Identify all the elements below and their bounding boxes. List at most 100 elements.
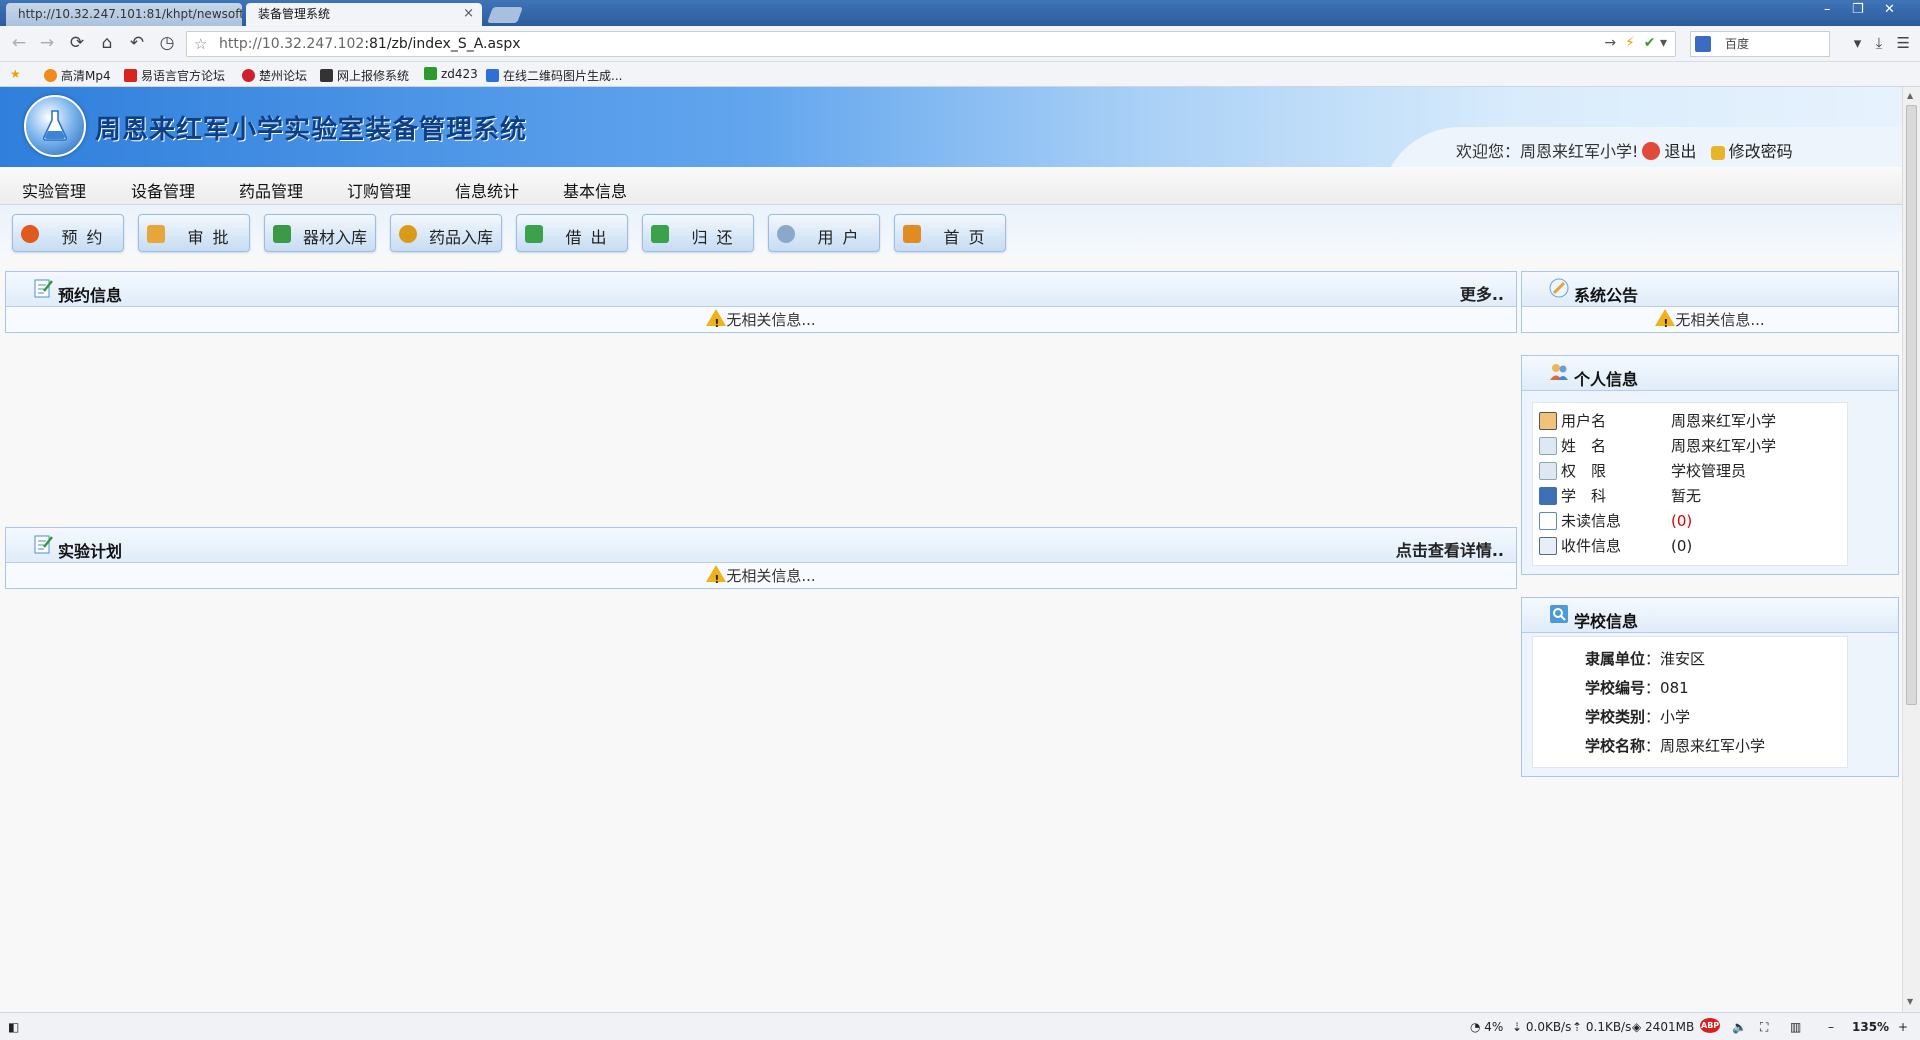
cpu-usage: ◔ 4% — [1470, 1020, 1504, 1034]
browser-statusbar: ◧ ◔ 4% ⇣ 0.0KB/s ⇡ 0.1KB/s ◈ 2401MB ABP … — [0, 1012, 1920, 1040]
menu-experiment[interactable]: 实验管理 — [22, 178, 86, 202]
browser-tab-1[interactable]: http://10.32.247.101:81/khpt/newsoftli..… — [6, 3, 242, 26]
back-icon[interactable]: ← — [8, 33, 30, 53]
zd-icon — [424, 67, 437, 80]
qrcode-icon — [486, 69, 499, 82]
warning-icon — [706, 309, 727, 336]
memory-usage: ◈ 2401MB — [1632, 1020, 1695, 1034]
notepad-icon — [34, 279, 53, 298]
bookmark-item[interactable]: 在线二维码图片生成... — [486, 67, 622, 84]
lend-icon — [525, 225, 543, 243]
bookmark-item[interactable]: 楚州论坛 — [242, 67, 307, 84]
id-card-icon — [1539, 462, 1557, 480]
logout-icon[interactable] — [1642, 142, 1661, 160]
home-nav-icon[interactable]: ⌂ — [96, 33, 118, 53]
panel-title: 预约信息 — [58, 286, 123, 305]
flask-logo-icon — [24, 95, 86, 157]
restore-icon[interactable]: ❐ — [1852, 2, 1864, 17]
close-icon[interactable]: × — [463, 3, 474, 25]
personal-info-box: 用户名 周恩来红军小学 姓 名周恩来红军小学 权 限学校管理员 学 科暂无 未读信… — [1532, 402, 1848, 566]
user-button[interactable]: 用 户 — [768, 214, 880, 252]
undo-icon[interactable]: ↶ — [126, 33, 148, 53]
bookmark-star-icon[interactable]: ☆ — [194, 35, 207, 53]
bookmark-item[interactable]: zd423 — [424, 67, 478, 81]
logout-link[interactable]: 退出 — [1664, 142, 1696, 161]
users-icon — [1550, 364, 1568, 380]
zoom-in-icon[interactable]: + — [1898, 1020, 1908, 1034]
warning-icon — [1655, 309, 1676, 336]
address-bar[interactable]: ☆ http://10.32.247.102:81/zb/index_S_A.a… — [186, 31, 1676, 57]
reserve-button[interactable]: 预 约 — [12, 214, 124, 252]
details-link[interactable]: 点击查看详情.. — [1396, 537, 1504, 561]
scroll-down-icon[interactable]: ▼ — [1907, 997, 1913, 1006]
split-view-icon[interactable]: ▥ — [1790, 1020, 1801, 1034]
panel-title: 学校信息 — [1574, 612, 1639, 631]
more-link[interactable]: 更多.. — [1460, 281, 1504, 305]
reload-icon[interactable]: ⟳ — [66, 33, 88, 53]
approve-button[interactable]: 审 批 — [138, 214, 250, 252]
menu-equipment[interactable]: 设备管理 — [131, 178, 195, 202]
adblock-icon[interactable]: ABP — [1700, 1018, 1721, 1033]
return-button[interactable]: 归 还 — [642, 214, 754, 252]
bookmark-item[interactable]: 网上报修系统 — [320, 67, 409, 84]
search-engine-icon[interactable] — [1695, 36, 1711, 52]
bookmarks-bar: ★ 高清Mp4 易语言官方论坛 楚州论坛 网上报修系统 zd423 在线二维码图… — [0, 62, 1920, 87]
new-tab-button[interactable] — [487, 7, 523, 23]
zoom-out-icon[interactable]: – — [1828, 1020, 1834, 1034]
info-row-username: 用户名 周恩来红军小学 — [1539, 409, 1776, 433]
personal-info-panel: 个人信息 用户名 周恩来红军小学 姓 名周恩来红军小学 权 限学校管理员 学 科暂… — [1521, 355, 1899, 575]
announcement-panel: 系统公告 无相关信息... — [1521, 271, 1899, 336]
info-row-inbox[interactable]: 收件信息 (0) — [1539, 534, 1692, 558]
sidebar-toggle-icon[interactable]: ◧ — [8, 1020, 19, 1034]
panel-header: 个人信息 — [1522, 356, 1898, 391]
equipment-in-icon — [273, 225, 291, 243]
change-password-link[interactable]: 修改密码 — [1729, 142, 1793, 161]
pencil-icon — [1549, 278, 1569, 298]
empty-message: 无相关信息... — [6, 564, 1516, 592]
chuzhou-icon — [242, 69, 255, 82]
warning-icon — [706, 565, 727, 592]
bookmark-item[interactable]: 易语言官方论坛 — [124, 67, 225, 84]
browser-tab-2[interactable]: 装备管理系统 × — [246, 3, 482, 26]
forward-icon[interactable]: → — [36, 33, 58, 53]
browser-titlebar: http://10.32.247.101:81/khpt/newsoftli..… — [0, 0, 1920, 26]
window-close-icon[interactable]: ✕ — [1884, 2, 1895, 17]
address-actions[interactable]: → ⚡ ✔ ▾ — [1604, 35, 1667, 51]
history-icon[interactable]: ◷ — [156, 33, 178, 53]
medicine-in-button[interactable]: 药品入库 — [390, 214, 502, 252]
equipment-in-button[interactable]: 器材入库 — [264, 214, 376, 252]
menu-order[interactable]: 订购管理 — [347, 178, 411, 202]
search-box[interactable]: 百度 — [1690, 31, 1830, 57]
home-button[interactable]: 首 页 — [894, 214, 1006, 252]
menu-statistics[interactable]: 信息统计 — [455, 178, 519, 202]
info-row-name: 姓 名周恩来红军小学 — [1539, 434, 1776, 458]
panel-title: 个人信息 — [1574, 370, 1639, 389]
avatar-icon — [1539, 412, 1557, 430]
scroll-up-icon[interactable]: ▲ — [1907, 91, 1913, 100]
favorites-star-icon[interactable]: ★ — [10, 67, 21, 81]
quick-toolbar: 预 约 审 批 器材入库 药品入库 借 出 归 还 用 户 首 页 — [0, 205, 1902, 255]
download-speed: ⇣ 0.0KB/s — [1512, 1020, 1572, 1034]
upload-speed: ⇡ 0.1KB/s — [1572, 1020, 1632, 1034]
menu-basic-info[interactable]: 基本信息 — [563, 178, 627, 202]
menu-medicine[interactable]: 药品管理 — [239, 178, 303, 202]
info-row-unread[interactable]: 未读信息 (0) — [1539, 509, 1692, 533]
lend-button[interactable]: 借 出 — [516, 214, 628, 252]
key-icon — [1710, 146, 1725, 160]
school-info-panel: 学校信息 隶属单位：淮安区 学校编号：081 学校类别：小学 学校名称：周恩来红… — [1521, 597, 1899, 777]
search-engine-name: 百度 — [1725, 37, 1750, 51]
school-info-box: 隶属单位：淮安区 学校编号：081 学校类别：小学 学校名称：周恩来红军小学 — [1532, 636, 1848, 768]
zoom-level[interactable]: 135% — [1852, 1020, 1889, 1034]
fullscreen-icon[interactable]: ⛶ — [1760, 1020, 1768, 1035]
minimize-icon[interactable]: – — [1824, 2, 1831, 17]
page-scrollbar[interactable]: ▲ ▼ — [1902, 87, 1920, 1012]
volume-icon[interactable]: 🔈 — [1732, 1020, 1747, 1034]
browser-menu-buttons[interactable]: ▾ ⤓ ☰ — [1854, 34, 1910, 52]
page-content: 周恩来红军小学实验室装备管理系统 欢迎您：周恩来红军小学! 退出 修改密码 实验管… — [0, 87, 1902, 1012]
welcome-area: 欢迎您：周恩来红军小学! 退出 修改密码 — [1456, 138, 1793, 162]
plan-panel: 实验计划 点击查看详情.. 无相关信息... — [5, 527, 1517, 592]
scroll-thumb[interactable] — [1906, 105, 1917, 705]
bookmark-item[interactable]: 高清Mp4 — [44, 67, 111, 84]
reserve-icon — [21, 225, 39, 243]
return-icon — [651, 225, 669, 243]
